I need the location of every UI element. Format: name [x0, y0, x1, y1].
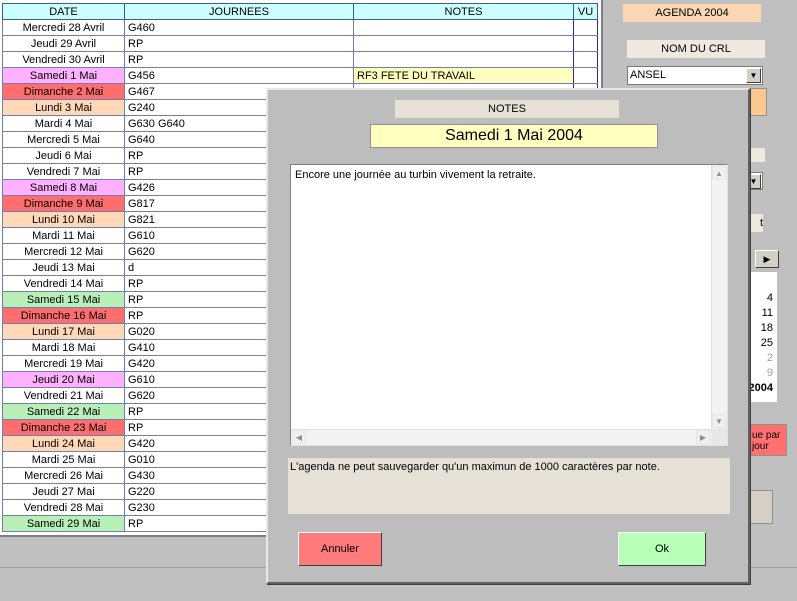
cell-date[interactable]: Lundi 10 Mai [2, 211, 125, 228]
cell-date[interactable]: Vendredi 7 Mai [2, 163, 125, 180]
calendar-day: 2004 [748, 382, 773, 394]
column-header-notes[interactable]: NOTES [353, 3, 574, 20]
scroll-right-icon[interactable]: ▶ [696, 430, 710, 444]
cell-date[interactable]: Vendredi 14 Mai [2, 275, 125, 292]
cell-note[interactable]: RF3 FETE DU TRAVAIL [353, 67, 574, 84]
cell-date[interactable]: Lundi 17 Mai [2, 323, 125, 340]
scroll-down-icon[interactable]: ▼ [712, 414, 726, 428]
cell-note[interactable] [353, 51, 574, 68]
table-row[interactable]: Vendredi 30 Avril RP [2, 51, 598, 68]
cell-journee[interactable]: G460 [124, 19, 354, 36]
calendar-day[interactable]: 4 [767, 292, 773, 304]
crl-select[interactable]: ANSEL ▼ [627, 66, 763, 85]
cell-date[interactable]: Mercredi 5 Mai [2, 131, 125, 148]
dialog-title: NOTES [395, 100, 619, 118]
cell-date[interactable]: Samedi 8 Mai [2, 179, 125, 196]
cell-date[interactable]: Dimanche 2 Mai [2, 83, 125, 100]
scroll-left-icon[interactable]: ◀ [292, 430, 306, 444]
cell-date[interactable]: Mercredi 28 Avril [2, 19, 125, 36]
cell-vu[interactable] [573, 67, 598, 84]
notes-dialog: NOTES Samedi 1 Mai 2004 Encore une journ… [266, 88, 750, 584]
cell-date[interactable]: Mercredi 26 Mai [2, 467, 125, 484]
dialog-date: Samedi 1 Mai 2004 [370, 124, 658, 148]
chevron-down-icon[interactable]: ▼ [746, 68, 761, 83]
scroll-corner [711, 429, 727, 445]
cancel-button[interactable]: Annuler [298, 532, 382, 566]
cell-date[interactable]: Jeudi 27 Mai [2, 483, 125, 500]
cell-date[interactable]: Mardi 11 Mai [2, 227, 125, 244]
cell-date[interactable]: Samedi 29 Mai [2, 515, 125, 532]
column-header-vu[interactable]: VU [573, 3, 598, 20]
calendar-day[interactable]: 9 [767, 367, 773, 379]
column-header-date[interactable]: DATE [2, 3, 125, 20]
crl-select-value: ANSEL [630, 69, 667, 81]
cell-note[interactable] [353, 35, 574, 52]
cell-date[interactable]: Dimanche 9 Mai [2, 195, 125, 212]
calendar-day[interactable]: 2 [767, 352, 773, 364]
cell-date[interactable]: Samedi 22 Mai [2, 403, 125, 420]
calendar-day[interactable]: 11 [762, 307, 773, 319]
vertical-scrollbar[interactable]: ▲ ▼ [711, 165, 727, 429]
table-header-row: DATE JOURNEES NOTES VU [2, 3, 598, 20]
cell-vu[interactable] [573, 35, 598, 52]
cell-note[interactable] [353, 19, 574, 36]
cell-date[interactable]: Mardi 4 Mai [2, 115, 125, 132]
cell-date[interactable]: Vendredi 30 Avril [2, 51, 125, 68]
table-row[interactable]: Jeudi 29 Avril RP [2, 35, 598, 52]
table-row[interactable]: Samedi 1 Mai G456 RF3 FETE DU TRAVAIL [2, 67, 598, 84]
triangle-right-icon: ▶ [763, 254, 771, 264]
cell-date[interactable]: Mercredi 12 Mai [2, 243, 125, 260]
cell-date[interactable]: Lundi 24 Mai [2, 435, 125, 452]
note-text: Encore une journée au turbin vivement la… [295, 169, 536, 181]
column-header-journees[interactable]: JOURNEES [124, 3, 354, 20]
calendar-next-button[interactable]: ▶ [755, 250, 779, 268]
cell-journee[interactable]: RP [124, 51, 354, 68]
ok-button[interactable]: Ok [618, 532, 706, 566]
calendar-day[interactable]: 25 [761, 337, 773, 349]
cell-vu[interactable] [573, 19, 598, 36]
table-row[interactable]: Mercredi 28 Avril G460 [2, 19, 598, 36]
cell-date[interactable]: Jeudi 29 Avril [2, 35, 125, 52]
cell-journee[interactable]: RP [124, 35, 354, 52]
cell-date[interactable]: Lundi 3 Mai [2, 99, 125, 116]
cell-date[interactable]: Jeudi 6 Mai [2, 147, 125, 164]
cell-date[interactable]: Jeudi 13 Mai [2, 259, 125, 276]
cell-date[interactable]: Dimanche 23 Mai [2, 419, 125, 436]
horizontal-scrollbar[interactable]: ◀ ▶ [291, 429, 711, 445]
vue-par-jour-button[interactable]: ue par jour [748, 424, 787, 456]
cell-date[interactable]: Mardi 25 Mai [2, 451, 125, 468]
calendar-day[interactable]: 18 [761, 322, 773, 334]
cell-date[interactable]: Vendredi 28 Mai [2, 499, 125, 516]
cell-date[interactable]: Mercredi 19 Mai [2, 355, 125, 372]
cell-date[interactable]: Samedi 15 Mai [2, 291, 125, 308]
crl-label: NOM DU CRL [627, 40, 765, 58]
cell-date[interactable]: Samedi 1 Mai [2, 67, 125, 84]
cell-date[interactable]: Vendredi 21 Mai [2, 387, 125, 404]
cell-date[interactable]: Dimanche 16 Mai [2, 307, 125, 324]
cell-journee[interactable]: G456 [124, 67, 354, 84]
cell-date[interactable]: Jeudi 20 Mai [2, 371, 125, 388]
cell-vu[interactable] [573, 51, 598, 68]
agenda-title: AGENDA 2004 [623, 4, 761, 22]
note-textarea[interactable]: Encore une journée au turbin vivement la… [290, 164, 728, 446]
info-message: L'agenda ne peut sauvegarder qu'un maxim… [288, 458, 730, 514]
cell-date[interactable]: Mardi 18 Mai [2, 339, 125, 356]
scroll-up-icon[interactable]: ▲ [712, 166, 726, 180]
